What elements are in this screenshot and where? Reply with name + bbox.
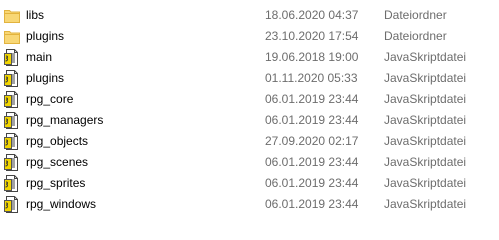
file-date: 06.01.2019 23:44 [265, 197, 359, 211]
script-file-icon [4, 154, 20, 171]
file-list: libs 18.06.2020 04:37 Dateiordner plugin… [0, 0, 499, 225]
file-type: JavaSkriptdatei [384, 155, 467, 169]
file-date: 06.01.2019 23:44 [265, 155, 359, 169]
file-name: main [26, 50, 53, 64]
file-name: libs [26, 8, 45, 22]
file-name: rpg_sprites [26, 176, 86, 190]
file-date: 19.06.2018 19:00 [265, 50, 359, 64]
script-file-icon [4, 49, 20, 66]
folder-icon [4, 28, 20, 45]
list-item[interactable]: rpg_scenes 06.01.2019 23:44 JavaSkriptda… [0, 152, 499, 173]
list-item[interactable]: main 19.06.2018 19:00 JavaSkriptdatei [0, 47, 499, 68]
script-file-icon [4, 91, 20, 108]
file-type: JavaSkriptdatei [384, 92, 467, 106]
file-type: JavaSkriptdatei [384, 176, 467, 190]
list-item[interactable]: rpg_sprites 06.01.2019 23:44 JavaSkriptd… [0, 173, 499, 194]
file-type: Dateiordner [384, 29, 447, 43]
script-file-icon [4, 112, 20, 129]
script-file-icon [4, 70, 20, 87]
script-file-icon [4, 196, 20, 213]
file-date: 01.11.2020 05:33 [265, 71, 358, 85]
file-type: Dateiordner [384, 8, 447, 22]
list-item[interactable]: plugins 01.11.2020 05:33 JavaSkriptdatei [0, 68, 499, 89]
file-type: JavaSkriptdatei [384, 197, 467, 211]
file-date: 06.01.2019 23:44 [265, 176, 359, 190]
file-date: 23.10.2020 17:54 [265, 29, 359, 43]
file-type: JavaSkriptdatei [384, 71, 467, 85]
folder-icon [4, 7, 20, 24]
list-item[interactable]: rpg_core 06.01.2019 23:44 JavaSkriptdate… [0, 89, 499, 110]
list-item[interactable]: plugins 23.10.2020 17:54 Dateiordner [0, 26, 499, 47]
list-item[interactable]: libs 18.06.2020 04:37 Dateiordner [0, 5, 499, 26]
list-item[interactable]: rpg_objects 27.09.2020 02:17 JavaSkriptd… [0, 131, 499, 152]
script-file-icon [4, 175, 20, 192]
file-date: 27.09.2020 02:17 [265, 134, 359, 148]
file-type: JavaSkriptdatei [384, 134, 467, 148]
file-name: rpg_windows [26, 197, 97, 211]
file-type: JavaSkriptdatei [384, 50, 467, 64]
file-name: rpg_objects [26, 134, 89, 148]
file-type: JavaSkriptdatei [384, 113, 467, 127]
file-name: plugins [26, 29, 65, 43]
list-item[interactable]: rpg_windows 06.01.2019 23:44 JavaSkriptd… [0, 194, 499, 215]
file-name: plugins [26, 71, 65, 85]
script-file-icon [4, 133, 20, 150]
file-date: 06.01.2019 23:44 [265, 92, 359, 106]
file-name: rpg_scenes [26, 155, 89, 169]
list-item[interactable]: rpg_managers 06.01.2019 23:44 JavaSkript… [0, 110, 499, 131]
file-date: 18.06.2020 04:37 [265, 8, 359, 22]
file-name: rpg_managers [26, 113, 104, 127]
file-date: 06.01.2019 23:44 [265, 113, 359, 127]
file-name: rpg_core [26, 92, 74, 106]
